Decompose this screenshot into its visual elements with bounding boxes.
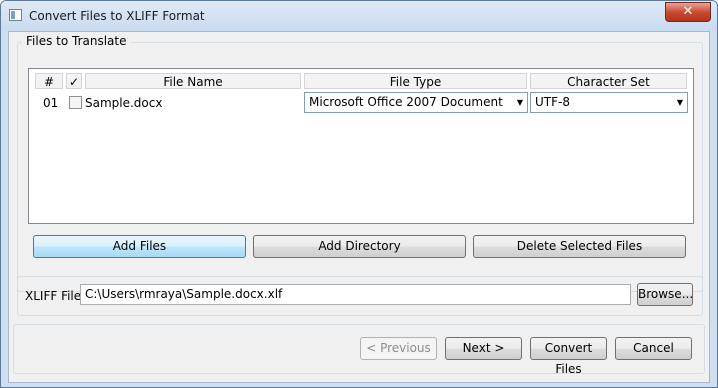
chevron-down-icon: ▼ bbox=[676, 98, 683, 107]
files-table[interactable]: # ✓ File Name File Type Character Set 01… bbox=[28, 68, 694, 224]
character-set-value: UTF-8 bbox=[535, 95, 570, 109]
add-files-button[interactable]: Add Files bbox=[33, 235, 246, 258]
column-header-file-name[interactable]: File Name bbox=[85, 73, 301, 89]
row-file-name: Sample.docx bbox=[85, 96, 163, 110]
files-to-translate-group: Files to Translate # ✓ File Name File Ty… bbox=[17, 34, 703, 292]
close-button[interactable]: ✕ bbox=[665, 2, 711, 22]
file-type-value: Microsoft Office 2007 Document bbox=[309, 95, 503, 109]
app-icon bbox=[9, 9, 22, 21]
row-number: 01 bbox=[43, 96, 59, 110]
file-type-select[interactable]: Microsoft Office 2007 Document ▼ bbox=[304, 92, 528, 113]
xliff-file-label: XLIFF File bbox=[25, 289, 82, 303]
dialog-client-area: Files to Translate # ✓ File Name File Ty… bbox=[8, 31, 710, 383]
title-bar: Convert Files to XLIFF Format ✕ bbox=[1, 1, 717, 31]
chevron-down-icon: ▼ bbox=[516, 98, 523, 107]
browse-button[interactable]: Browse... bbox=[637, 283, 693, 306]
next-button[interactable]: Next > bbox=[445, 337, 522, 360]
cancel-button[interactable]: Cancel bbox=[615, 337, 692, 360]
previous-button[interactable]: < Previous bbox=[360, 337, 437, 360]
row-checkbox[interactable] bbox=[69, 94, 82, 112]
column-header-file-type[interactable]: File Type bbox=[304, 73, 527, 89]
character-set-select[interactable]: UTF-8 ▼ bbox=[530, 92, 688, 113]
footer-button-bar: < Previous Next > Convert Files Cancel bbox=[13, 324, 705, 376]
xliff-file-panel: XLIFF File C:\Users\rmraya\Sample.docx.x… bbox=[17, 276, 703, 316]
add-directory-button[interactable]: Add Directory bbox=[253, 235, 466, 258]
column-header-number[interactable]: # bbox=[35, 73, 63, 89]
window-title: Convert Files to XLIFF Format bbox=[29, 9, 205, 23]
close-icon: ✕ bbox=[682, 4, 694, 19]
delete-selected-files-button[interactable]: Delete Selected Files bbox=[473, 235, 686, 258]
column-header-check[interactable]: ✓ bbox=[66, 73, 82, 89]
dialog-window: Convert Files to XLIFF Format ✕ Files to… bbox=[0, 0, 718, 388]
xliff-file-input[interactable]: C:\Users\rmraya\Sample.docx.xlf bbox=[80, 284, 631, 305]
column-header-character-set[interactable]: Character Set bbox=[530, 73, 687, 89]
convert-files-button[interactable]: Convert Files bbox=[530, 337, 607, 376]
files-group-label: Files to Translate bbox=[22, 34, 131, 48]
